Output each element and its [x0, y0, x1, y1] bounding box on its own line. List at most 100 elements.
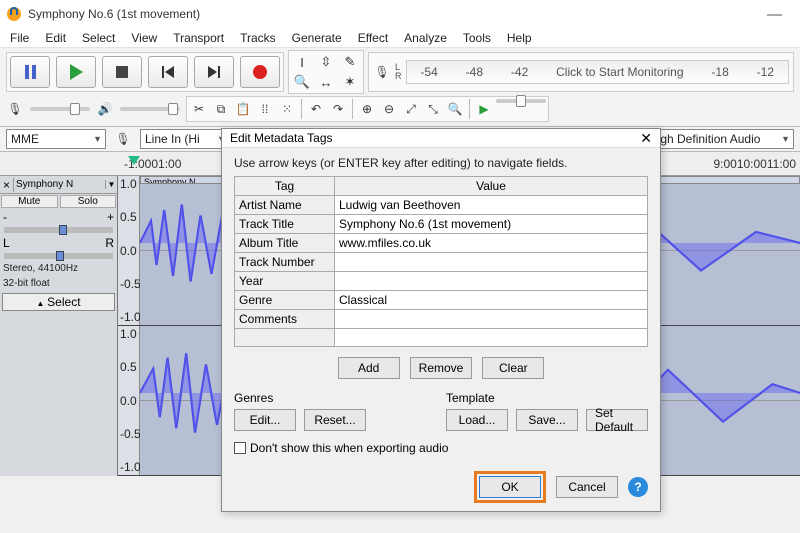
multi-tool-icon[interactable]: ✶	[339, 73, 361, 91]
copy-icon[interactable]: ⧉	[211, 99, 231, 119]
pan-slider[interactable]	[4, 253, 113, 259]
menubar: File Edit Select View Transport Tracks G…	[0, 28, 800, 48]
table-row: Album Titlewww.mfiles.co.uk	[235, 234, 648, 253]
zoom-in-icon[interactable]: ⊕	[357, 99, 377, 119]
amplitude-scale: 1.00.50.0-0.5-1.0	[118, 326, 140, 475]
meter-click-label: Click to Start Monitoring	[556, 65, 683, 79]
metadata-dialog: Edit Metadata Tags ✕ Use arrow keys (or …	[221, 128, 661, 512]
record-device-combo[interactable]: Line In (Hi	[140, 129, 230, 149]
play-speed-slider[interactable]	[496, 99, 546, 103]
table-row: Comments	[235, 310, 648, 329]
fit-project-icon[interactable]: ⤡	[423, 99, 443, 119]
genres-group: Genres Edit... Reset...	[234, 391, 426, 431]
remove-button[interactable]: Remove	[410, 357, 473, 379]
playback-volume-slider[interactable]	[120, 107, 180, 111]
edit-toolbar: ✂ ⧉ 📋 ⁞⁞ ⁙ ↶ ↷ ⊕ ⊖ ⤢ ⤡ 🔍 ▶	[186, 96, 549, 122]
window-title: Symphony No.6 (1st movement)	[28, 7, 200, 21]
col-value: Value	[335, 177, 648, 196]
mic-gain-icon: 🎙	[6, 100, 24, 118]
template-group: Template Load... Save... Set Default	[446, 391, 648, 431]
minimize-button[interactable]: —	[755, 6, 794, 23]
add-button[interactable]: Add	[338, 357, 400, 379]
dialog-instruction: Use arrow keys (or ENTER key after editi…	[234, 156, 648, 170]
menu-help[interactable]: Help	[499, 29, 540, 47]
col-tag: Tag	[235, 177, 335, 196]
template-load-button[interactable]: Load...	[446, 409, 508, 431]
window-titlebar: Symphony No.6 (1st movement) —	[0, 0, 800, 28]
mic-icon: 🎙	[114, 130, 132, 148]
paste-icon[interactable]: 📋	[233, 99, 253, 119]
selection-tool-icon[interactable]: I	[291, 53, 313, 71]
dialog-title: Edit Metadata Tags	[230, 131, 333, 145]
skip-end-button[interactable]	[194, 56, 234, 88]
template-setdefault-button[interactable]: Set Default	[586, 409, 648, 431]
record-button[interactable]	[240, 56, 280, 88]
cut-icon[interactable]: ✂	[189, 99, 209, 119]
speaker-icon: 🔊	[96, 100, 114, 118]
draw-tool-icon[interactable]: ✎	[339, 53, 361, 71]
menu-view[interactable]: View	[123, 29, 165, 47]
track-bit-depth: 32-bit float	[0, 276, 117, 291]
track-menu-button[interactable]: ▼	[105, 180, 117, 189]
track-panel: × Symphony N ▼ Mute Solo -+ LR Stereo, 4…	[0, 176, 118, 476]
playback-device-combo[interactable]: High Definition Audio	[644, 129, 794, 149]
menu-effect[interactable]: Effect	[350, 29, 396, 47]
stop-button[interactable]	[102, 56, 142, 88]
zoom-tool-icon[interactable]: 🔍	[291, 73, 313, 91]
timeshift-tool-icon[interactable]: ↔	[315, 73, 337, 91]
envelope-tool-icon[interactable]: ⇳	[315, 53, 337, 71]
gain-slider[interactable]	[4, 227, 113, 233]
dont-show-checkbox[interactable]: Don't show this when exporting audio	[234, 441, 648, 455]
redo-icon[interactable]: ↷	[328, 99, 348, 119]
track-close-button[interactable]: ×	[0, 178, 14, 192]
ok-highlight: OK	[474, 471, 546, 503]
playhead-icon[interactable]	[128, 156, 140, 165]
genres-reset-button[interactable]: Reset...	[304, 409, 366, 431]
menu-generate[interactable]: Generate	[284, 29, 350, 47]
cancel-button[interactable]: Cancel	[556, 476, 618, 498]
help-button[interactable]: ?	[628, 477, 648, 497]
toolbars: I ⇳ ✎ 🔍 ↔ ✶ 🎙 LR -54 -48 -42 Click to St…	[0, 48, 800, 127]
ok-button[interactable]: OK	[479, 476, 541, 498]
menu-file[interactable]: File	[2, 29, 37, 47]
menu-tracks[interactable]: Tracks	[232, 29, 284, 47]
undo-icon[interactable]: ↶	[306, 99, 326, 119]
menu-analyze[interactable]: Analyze	[396, 29, 455, 47]
transport-toolbar	[6, 52, 284, 92]
audio-host-combo[interactable]: MME	[6, 129, 106, 149]
menu-select[interactable]: Select	[74, 29, 123, 47]
fit-selection-icon[interactable]: ⤢	[401, 99, 421, 119]
table-row: Year	[235, 272, 648, 291]
checkbox-icon[interactable]	[234, 442, 246, 454]
zoom-out-icon[interactable]: ⊖	[379, 99, 399, 119]
trim-icon[interactable]: ⁞⁞	[255, 99, 275, 119]
dialog-close-button[interactable]: ✕	[640, 130, 652, 147]
skip-start-button[interactable]	[148, 56, 188, 88]
menu-edit[interactable]: Edit	[37, 29, 74, 47]
mute-button[interactable]: Mute	[1, 195, 58, 208]
record-meter-scale[interactable]: -54 -48 -42 Click to Start Monitoring -1…	[406, 60, 790, 84]
table-row: Artist NameLudwig van Beethoven	[235, 196, 648, 215]
table-row: GenreClassical	[235, 291, 648, 310]
record-volume-slider[interactable]	[30, 107, 90, 111]
clear-button[interactable]: Clear	[482, 357, 544, 379]
menu-tools[interactable]: Tools	[455, 29, 499, 47]
dialog-footer: OK Cancel ?	[222, 463, 660, 511]
dialog-titlebar: Edit Metadata Tags ✕	[222, 129, 660, 148]
zoom-toggle-icon[interactable]: 🔍	[445, 99, 465, 119]
play-button[interactable]	[56, 56, 96, 88]
track-name[interactable]: Symphony N	[14, 179, 105, 190]
template-save-button[interactable]: Save...	[516, 409, 578, 431]
table-row: Track Number	[235, 253, 648, 272]
track-select-button[interactable]: Select	[47, 295, 80, 309]
pause-button[interactable]	[10, 56, 50, 88]
menu-transport[interactable]: Transport	[165, 29, 232, 47]
genres-edit-button[interactable]: Edit...	[234, 409, 296, 431]
silence-icon[interactable]: ⁙	[277, 99, 297, 119]
amplitude-scale: 1.00.50.0-0.5-1.0	[118, 176, 140, 325]
play-at-speed-icon[interactable]: ▶	[474, 99, 494, 119]
meter-lr-label: LR	[395, 63, 402, 81]
metadata-table: TagValue Artist NameLudwig van Beethoven…	[234, 176, 648, 347]
solo-button[interactable]: Solo	[60, 195, 117, 208]
track-format: Stereo, 44100Hz	[0, 261, 117, 276]
